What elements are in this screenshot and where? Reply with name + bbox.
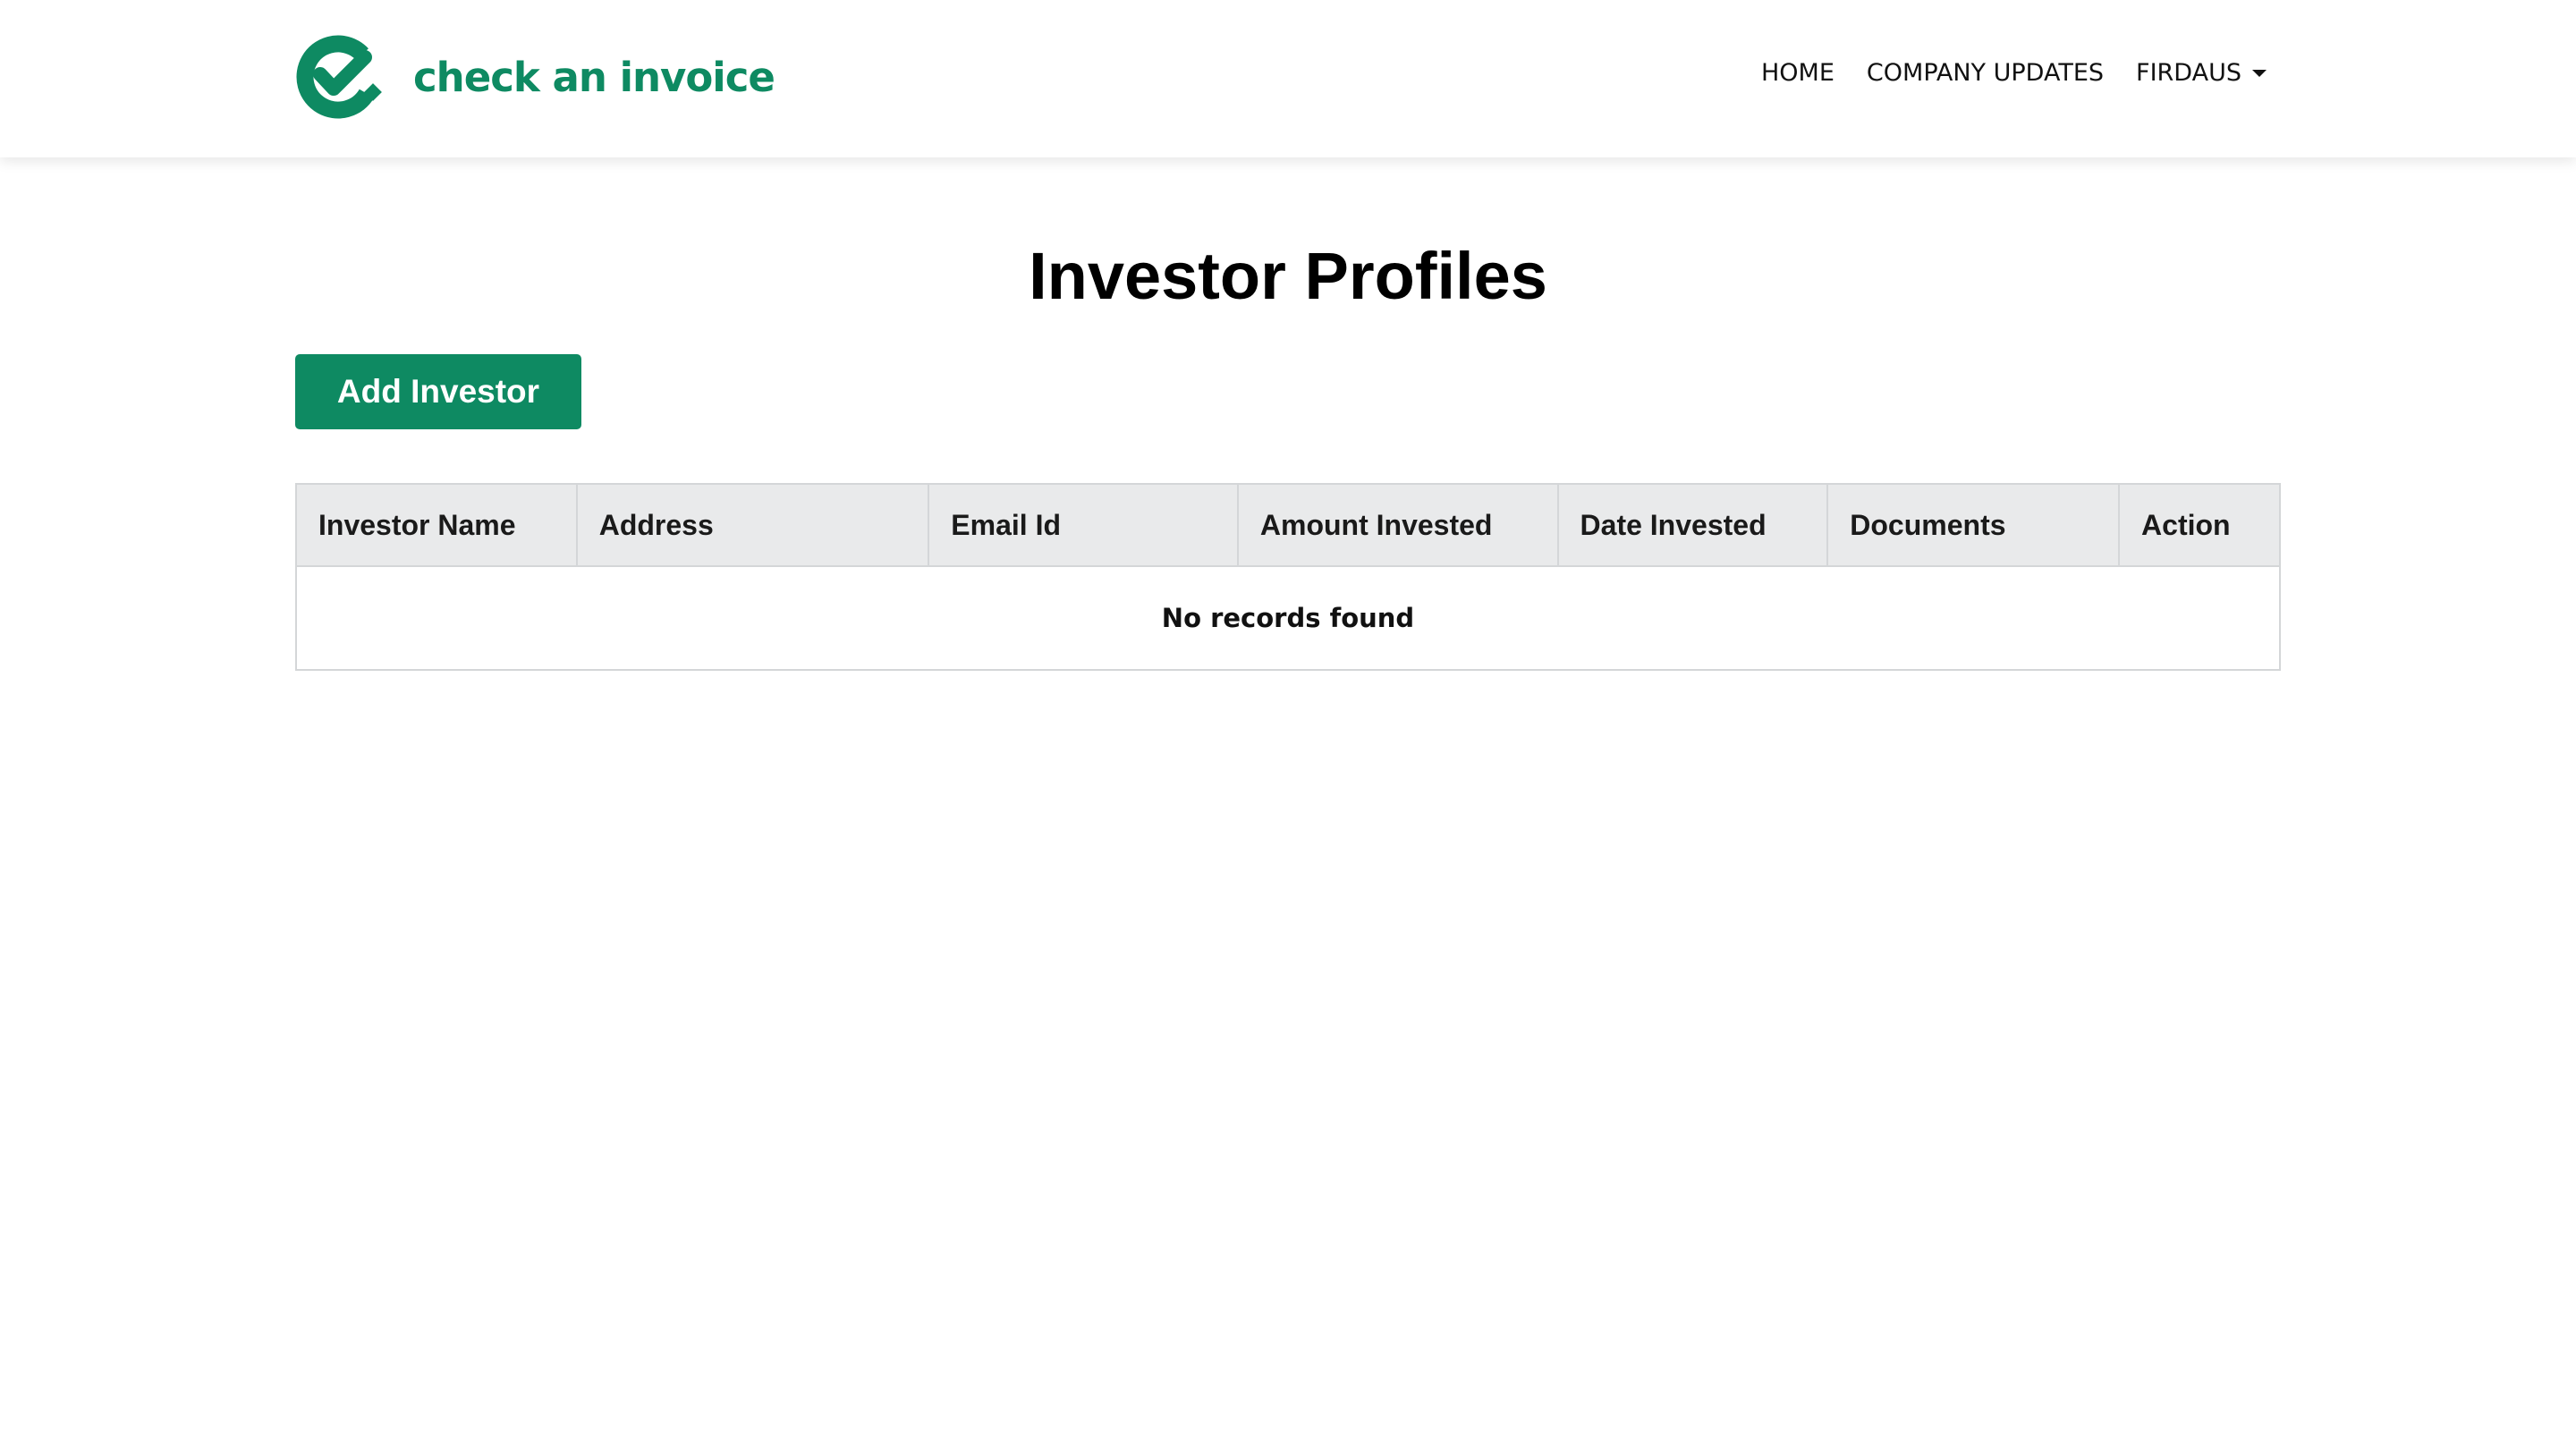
column-header-amount-invested: Amount Invested <box>1236 483 1559 567</box>
column-header-email-id: Email Id <box>928 483 1239 567</box>
table-row: No records found <box>295 565 2281 671</box>
check-logo-icon <box>296 35 382 119</box>
column-header-investor-name: Investor Name <box>295 483 578 567</box>
column-header-action: Action <box>2118 483 2281 567</box>
nav-company-updates[interactable]: COMPANY UPDATES <box>1867 59 2104 87</box>
column-header-date-invested: Date Invested <box>1556 483 1829 567</box>
column-header-address: Address <box>575 483 930 567</box>
page-title: Investor Profiles <box>1029 239 1547 313</box>
brand-name: check an invoice <box>413 53 775 101</box>
top-navbar: check an invoice HOME COMPANY UPDATES FI… <box>0 0 2576 157</box>
table-header-row: Investor Name Address Email Id Amount In… <box>295 483 2281 567</box>
user-menu-dropdown[interactable]: FIRDAUS <box>2136 59 2267 87</box>
brand-logo-link[interactable]: check an invoice <box>293 32 775 122</box>
add-investor-button[interactable]: Add Investor <box>295 354 581 429</box>
nav-home[interactable]: HOME <box>1761 59 1835 87</box>
main-nav: HOME COMPANY UPDATES FIRDAUS <box>1761 59 2267 87</box>
investor-table: Investor Name Address Email Id Amount In… <box>295 483 2281 671</box>
empty-table-message: No records found <box>295 565 2281 671</box>
user-menu-label: FIRDAUS <box>2136 59 2241 87</box>
column-header-documents: Documents <box>1826 483 2121 567</box>
caret-down-icon <box>2252 69 2267 77</box>
